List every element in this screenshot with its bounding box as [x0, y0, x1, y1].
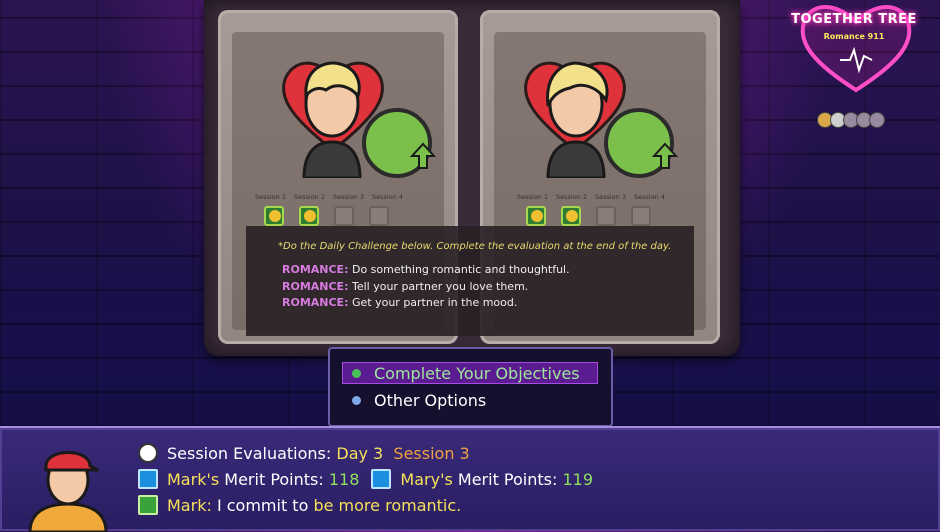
merit-points-line: Mark's Merit Points: 118 Mary's Merit Po…	[138, 469, 593, 489]
session-status-icons	[264, 206, 389, 226]
commit-line: Mark: I commit to be more romantic.	[138, 495, 461, 515]
clock-icon	[138, 443, 158, 463]
merit-label: Merit Points:	[457, 469, 558, 489]
challenge-hint: *Do the Daily Challenge below. Complete …	[278, 241, 672, 252]
female-avatar-icon	[546, 61, 609, 178]
tree-icon	[138, 469, 158, 489]
session-empty-icon	[596, 206, 616, 226]
option-other-options[interactable]: Other Options	[342, 389, 598, 411]
session-labels: Session 1 Session 2 Session 3 Session 4	[516, 193, 666, 201]
day-value: Day 3	[336, 443, 384, 463]
session-complete-icon	[299, 206, 319, 226]
objective-text: Do something romantic and thoughtful.	[348, 263, 570, 276]
objective-line: ROMANCE: Do something romantic and thoug…	[282, 263, 570, 276]
option-label: Complete Your Objectives	[374, 363, 580, 383]
session-evaluations-line: Session Evaluations: Day 3 Session 3	[138, 443, 470, 463]
session-labels: Session 1 Session 2 Session 3 Session 4	[254, 193, 404, 201]
mark-points: 118	[328, 469, 360, 489]
session-status-icons	[526, 206, 651, 226]
session-empty-icon	[334, 206, 354, 226]
mary-name: Mary's	[400, 469, 453, 489]
merit-label: Merit Points:	[224, 469, 324, 489]
session-label: Session 1	[254, 193, 286, 201]
session-complete-icon	[526, 206, 546, 226]
session-label: Session 4	[633, 193, 665, 201]
objective-tag: ROMANCE:	[282, 263, 349, 276]
objective-line: ROMANCE: Tell your partner you love them…	[282, 280, 528, 293]
session-label: Session 3	[332, 193, 364, 201]
session-label: Session 2	[293, 193, 325, 201]
option-label: Other Options	[374, 390, 487, 410]
bullet-icon	[352, 395, 361, 405]
logo-title: TOGETHER TREE	[791, 12, 917, 27]
bullet-icon	[352, 368, 361, 378]
medal-tokens	[817, 112, 885, 128]
mark-avatar-icon	[28, 451, 108, 532]
evaluations-label: Session Evaluations:	[167, 443, 332, 463]
session-label: Session 1	[516, 193, 548, 201]
session-empty-icon	[631, 206, 651, 226]
mark-name: Mark's	[167, 469, 220, 489]
arrow-up-icon	[410, 142, 436, 169]
session-label: Session 2	[555, 193, 587, 201]
together-tree-logo: TOGETHER TREE Romance 911	[784, 0, 924, 96]
session-value: Session 3	[393, 443, 470, 463]
arrow-up-icon	[652, 142, 678, 169]
objective-text: Get your partner in the mood.	[348, 296, 518, 309]
session-empty-icon	[369, 206, 389, 226]
male-avatar-icon	[302, 61, 362, 178]
hand-icon	[138, 495, 158, 515]
medal-icon	[869, 112, 885, 128]
objective-tag: ROMANCE:	[282, 296, 349, 309]
session-complete-icon	[561, 206, 581, 226]
session-label: Session 3	[594, 193, 626, 201]
objective-text: Tell your partner you love them.	[348, 280, 529, 293]
commit-goal: be more romantic.	[313, 495, 462, 515]
objective-line: ROMANCE: Get your partner in the mood.	[282, 296, 517, 309]
commit-text: I commit to	[216, 495, 309, 515]
option-complete-objectives[interactable]: Complete Your Objectives	[342, 362, 598, 384]
dialog-box: Session Evaluations: Day 3 Session 3 Mar…	[0, 426, 940, 532]
session-label: Session 4	[371, 193, 403, 201]
tree-icon	[371, 469, 392, 489]
objective-tag: ROMANCE:	[282, 280, 349, 293]
mary-points: 119	[562, 469, 594, 489]
daily-challenge-box: *Do the Daily Challenge below. Complete …	[246, 226, 694, 336]
commit-speaker: Mark:	[167, 495, 212, 515]
session-complete-icon	[264, 206, 284, 226]
logo-subtitle: Romance 911	[823, 32, 885, 41]
choice-menu: Complete Your Objectives Other Options	[328, 347, 613, 427]
